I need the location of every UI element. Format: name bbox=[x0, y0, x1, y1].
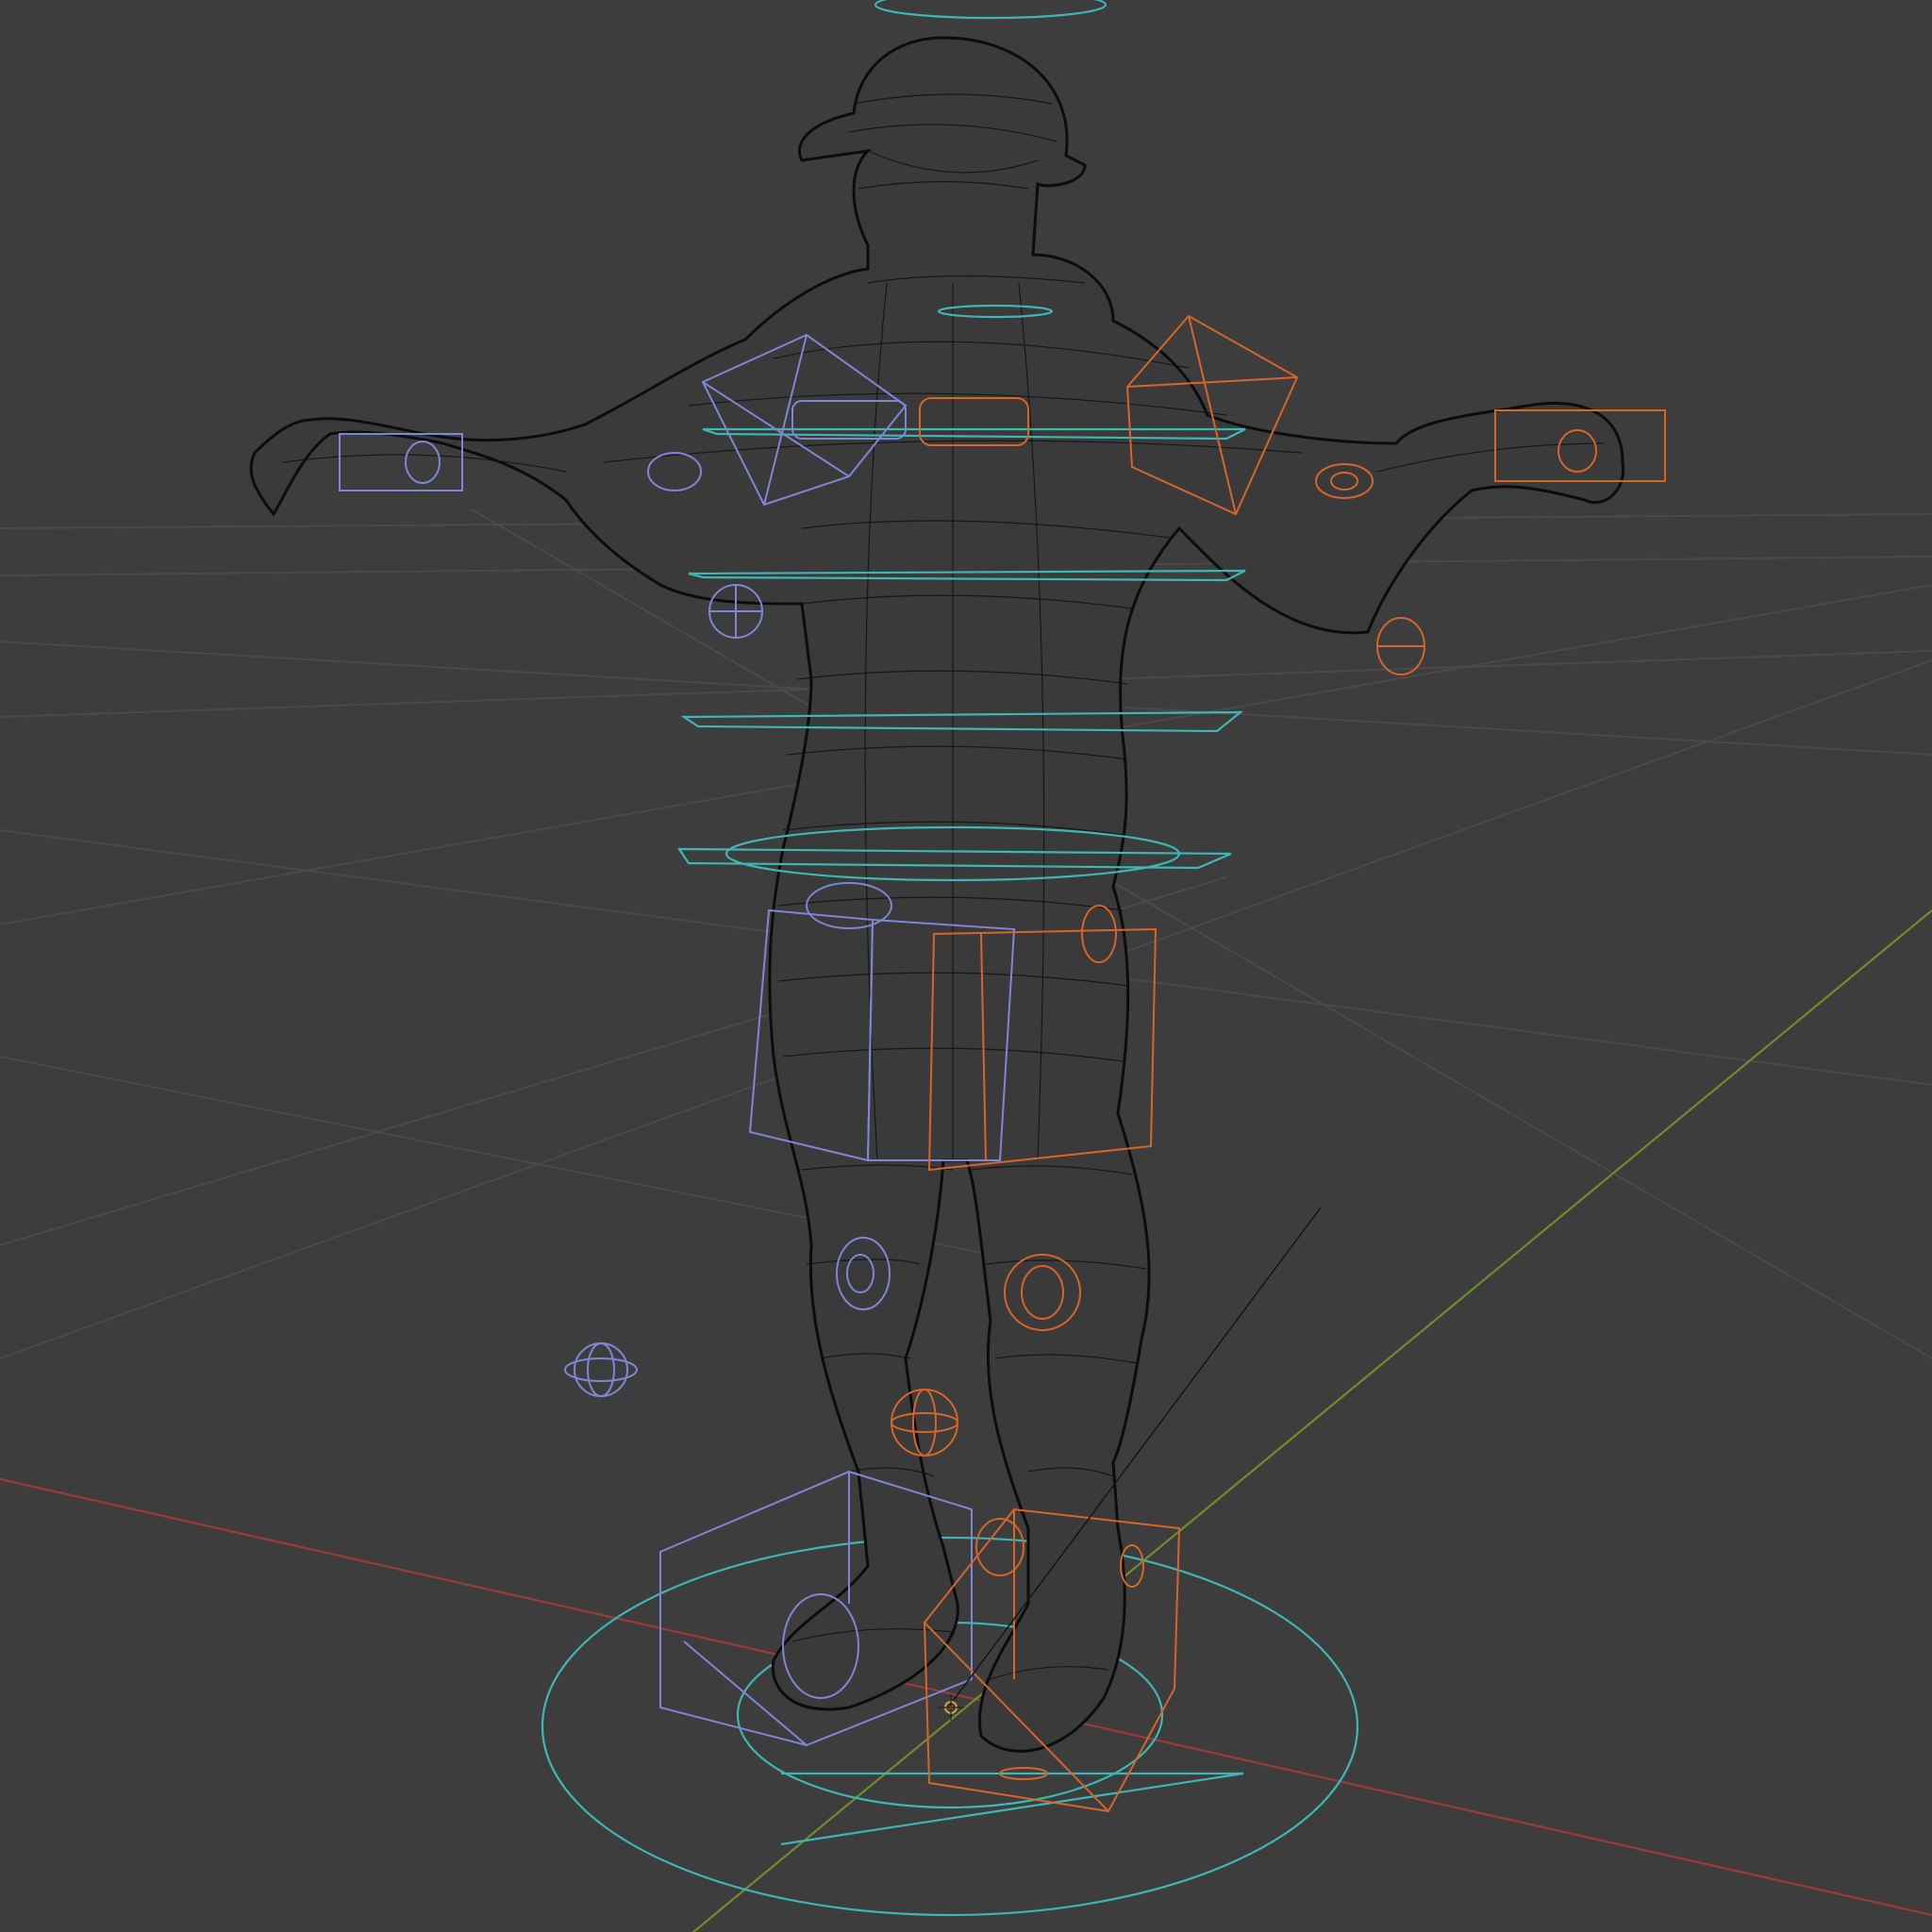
viewport-canvas[interactable] bbox=[0, 0, 1932, 1932]
3d-viewport[interactable] bbox=[0, 0, 1932, 1932]
character-mesh[interactable] bbox=[249, 36, 1625, 1753]
x-axis-line bbox=[0, 1477, 1932, 1917]
origin-icon[interactable] bbox=[938, 1694, 964, 1721]
